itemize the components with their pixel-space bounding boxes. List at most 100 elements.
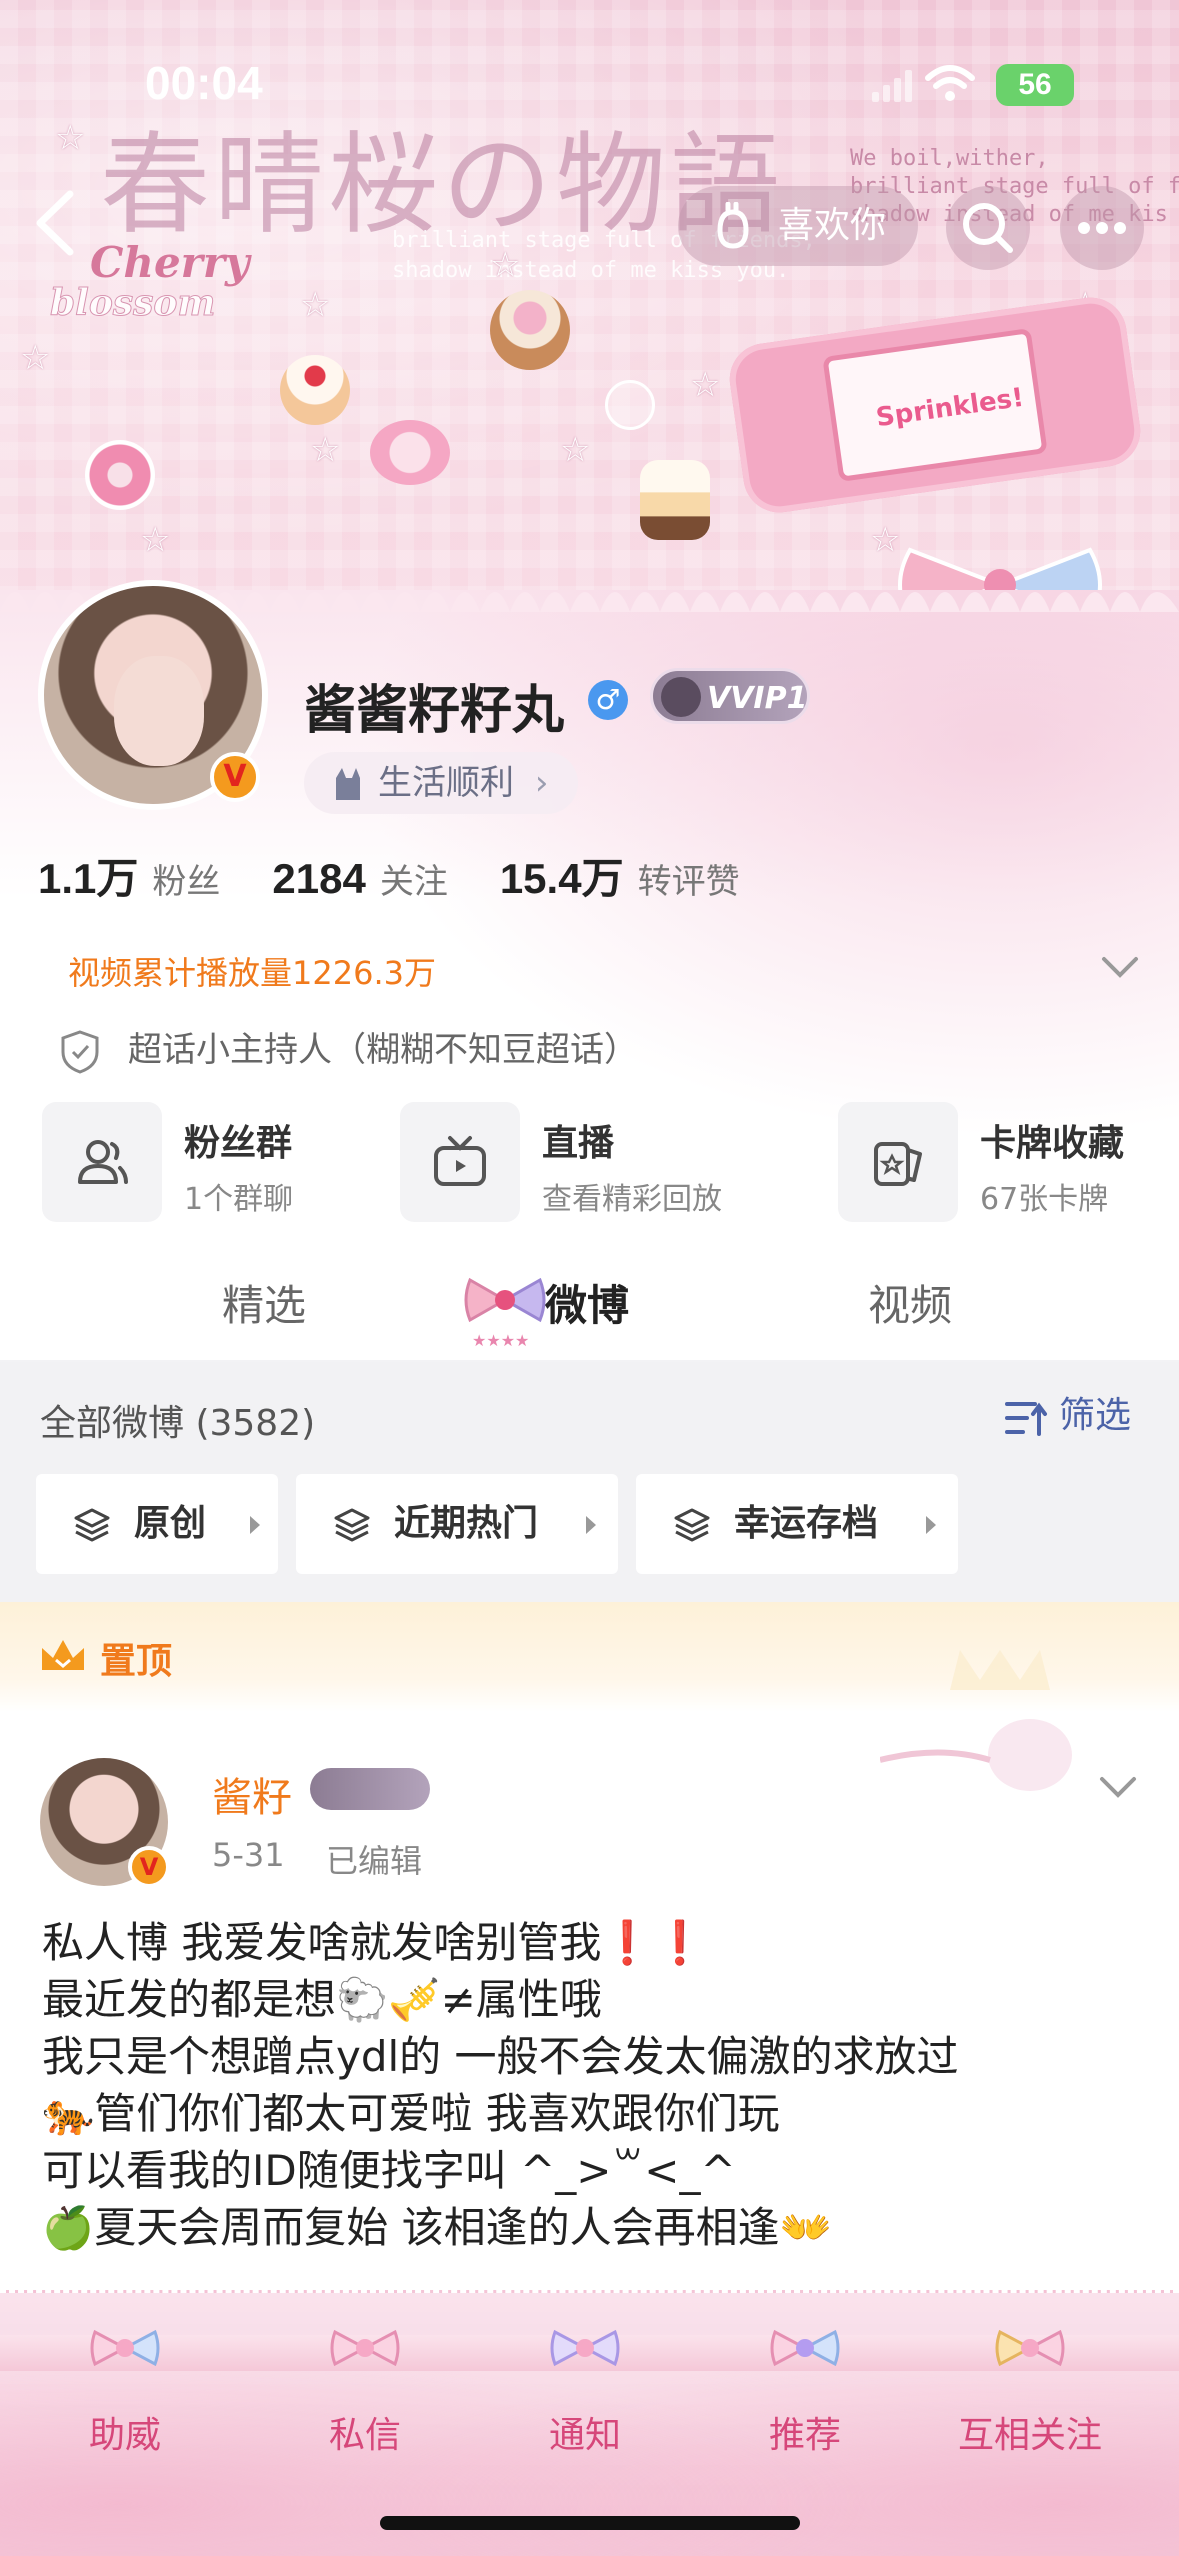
- stat-label: 转评赞: [637, 862, 740, 902]
- layers-icon: [74, 1508, 110, 1542]
- verified-badge: V: [128, 1846, 170, 1888]
- group-icon: [78, 1140, 128, 1184]
- bottom-nav-label: 推荐: [768, 2415, 841, 2456]
- search-icon: [963, 203, 1013, 253]
- sparkle-icon: ☆: [140, 520, 171, 560]
- bubble-icon: [605, 380, 655, 430]
- layers-icon: [674, 1508, 710, 1542]
- video-plays-text: 视频累计播放量1226.3万: [68, 954, 436, 992]
- caret-right-icon: [586, 1516, 596, 1534]
- post-edited-label: 已编辑: [326, 1842, 423, 1880]
- donut-icon: [85, 440, 155, 510]
- sparkle-icon: ☆: [490, 245, 521, 285]
- more-dots-icon: [1078, 222, 1126, 234]
- profile-stats: 1.1万 粉丝 2184 关注 15.4万 转评赞: [38, 845, 792, 915]
- sparkle-icon: ☆: [300, 285, 331, 325]
- card-icon-box: [838, 1102, 958, 1222]
- chevron-down-icon[interactable]: [1098, 1775, 1138, 1801]
- followers-stat[interactable]: 1.1万 粉丝: [38, 845, 220, 906]
- service-title: 卡牌收藏: [980, 1123, 1125, 1164]
- weibo-filter-area: 全部微博 (3582) 筛选 原创 近期热门 幸运存档: [0, 1362, 1179, 1602]
- sparkle-icon: ☆: [55, 118, 86, 158]
- recommend-icon: [770, 2329, 840, 2367]
- message-icon: [330, 2329, 400, 2367]
- profile-services: 粉丝群 1个群聊 直播 查看精彩回放 卡牌收藏 67张卡牌: [0, 1102, 1179, 1228]
- cat-icon: [336, 768, 360, 800]
- stat-number: 15.4万: [499, 855, 624, 902]
- filter-chip-lucky-archive[interactable]: 幸运存档: [636, 1474, 958, 1574]
- host-line-text: 超话小主持人（糊糊不知豆超话）: [128, 1030, 638, 1070]
- tab-video[interactable]: 视频: [868, 1272, 952, 1333]
- wifi-icon: [925, 65, 975, 101]
- bottom-nav-label: 互相关注: [957, 2415, 1102, 2456]
- bottom-nav-label: 私信: [328, 2415, 401, 2456]
- sparkle-icon: ☆: [310, 430, 341, 470]
- console-screen-text: Sprinkles!: [874, 382, 1026, 434]
- tv-icon: [434, 1136, 486, 1186]
- caret-right-icon: [926, 1516, 936, 1534]
- pudding-icon: [640, 460, 710, 540]
- chevron-down-icon[interactable]: [1100, 955, 1140, 981]
- caret-right-icon: [250, 1516, 260, 1534]
- supertopic-host-line[interactable]: 超话小主持人（糊糊不知豆超话）: [60, 1022, 638, 1078]
- service-subtitle: 查看精彩回放: [542, 1182, 722, 1217]
- profile-username: 酱酱籽籽丸: [304, 681, 565, 741]
- stat-number: 1.1万: [38, 855, 139, 902]
- fan-group-entry[interactable]: 粉丝群 1个群聊: [42, 1102, 342, 1228]
- live-entry[interactable]: 直播 查看精彩回放: [400, 1102, 780, 1228]
- verified-badge: V: [210, 752, 260, 802]
- chip-label: 幸运存档: [734, 1503, 879, 1544]
- vip-badge[interactable]: VVIP1: [650, 668, 810, 724]
- bottom-nav-label: 助威: [88, 2415, 161, 2456]
- interactions-stat[interactable]: 15.4万 转评赞: [500, 845, 740, 906]
- post-body-text: 私人博 我爱发啥就发啥别管我❗️❗️ 最近发的都是想🐑🎺≠属性哦 我只是个想蹭点…: [42, 1918, 959, 2252]
- bottom-nav-notify[interactable]: 通知: [500, 2310, 670, 2460]
- battery-indicator: 56: [996, 64, 1074, 106]
- search-button[interactable]: [946, 186, 1030, 270]
- profile-tabs: 精选 微博 视频: [0, 1250, 1179, 1360]
- tab-featured[interactable]: 精选: [222, 1272, 306, 1333]
- stat-number: 2184: [272, 855, 366, 902]
- all-weibo-count: 全部微博 (3582): [40, 1403, 316, 1444]
- status-chip[interactable]: 生活顺利 ›: [304, 752, 579, 814]
- bottom-nav-cheer[interactable]: 助威: [40, 2310, 210, 2460]
- service-subtitle: 1个群聊: [184, 1182, 294, 1217]
- cake-icon: [280, 355, 350, 425]
- mascot-decoration: [880, 1650, 1072, 1791]
- filter-label: 筛选: [1059, 1395, 1132, 1436]
- shield-icon: [61, 1030, 99, 1074]
- filter-icon: [1005, 1402, 1047, 1436]
- vip-badge-small: [310, 1768, 430, 1810]
- card-icon: [874, 1142, 922, 1186]
- donut-icon: [370, 420, 450, 485]
- hand-heart-icon: [717, 202, 749, 249]
- status-time: 00:04: [145, 57, 263, 109]
- back-arrow-icon[interactable]: [30, 188, 80, 258]
- filter-button[interactable]: 筛选: [1005, 1388, 1131, 1444]
- filter-chip-hot[interactable]: 近期热门: [296, 1474, 618, 1574]
- post-author-name[interactable]: 酱籽: [212, 1765, 292, 1823]
- bottom-nav-mutual-follow[interactable]: 互相关注: [945, 2310, 1115, 2460]
- tab-weibo[interactable]: 微博: [545, 1272, 629, 1333]
- notification-icon: [550, 2329, 620, 2367]
- following-stat[interactable]: 2184 关注: [272, 854, 447, 903]
- more-button[interactable]: [1060, 186, 1144, 270]
- service-title: 粉丝群: [184, 1123, 293, 1164]
- male-gender-icon: ♂: [588, 680, 628, 720]
- stat-label: 粉丝: [152, 862, 221, 902]
- like-you-button[interactable]: 喜欢你: [678, 186, 918, 266]
- card-collection-entry[interactable]: 卡牌收藏 67张卡牌: [838, 1102, 1158, 1228]
- chevron-right-icon: ›: [534, 763, 549, 803]
- game-console-illustration: Sprinkles!: [725, 292, 1145, 518]
- vip-label: VVIP1: [707, 681, 808, 716]
- bottom-nav-recommend[interactable]: 推荐: [720, 2310, 890, 2460]
- home-indicator[interactable]: [380, 2516, 800, 2530]
- layers-icon: [334, 1508, 370, 1542]
- banner-blossom-text: blossom: [50, 282, 216, 325]
- service-subtitle: 67张卡牌: [980, 1182, 1109, 1217]
- like-you-label: 喜欢你: [778, 205, 887, 246]
- banner-cherry-text: Cherry: [90, 238, 250, 287]
- filter-chip-original[interactable]: 原创: [36, 1474, 278, 1574]
- post-date: 5-31: [212, 1836, 285, 1874]
- bottom-nav-message[interactable]: 私信: [280, 2310, 450, 2460]
